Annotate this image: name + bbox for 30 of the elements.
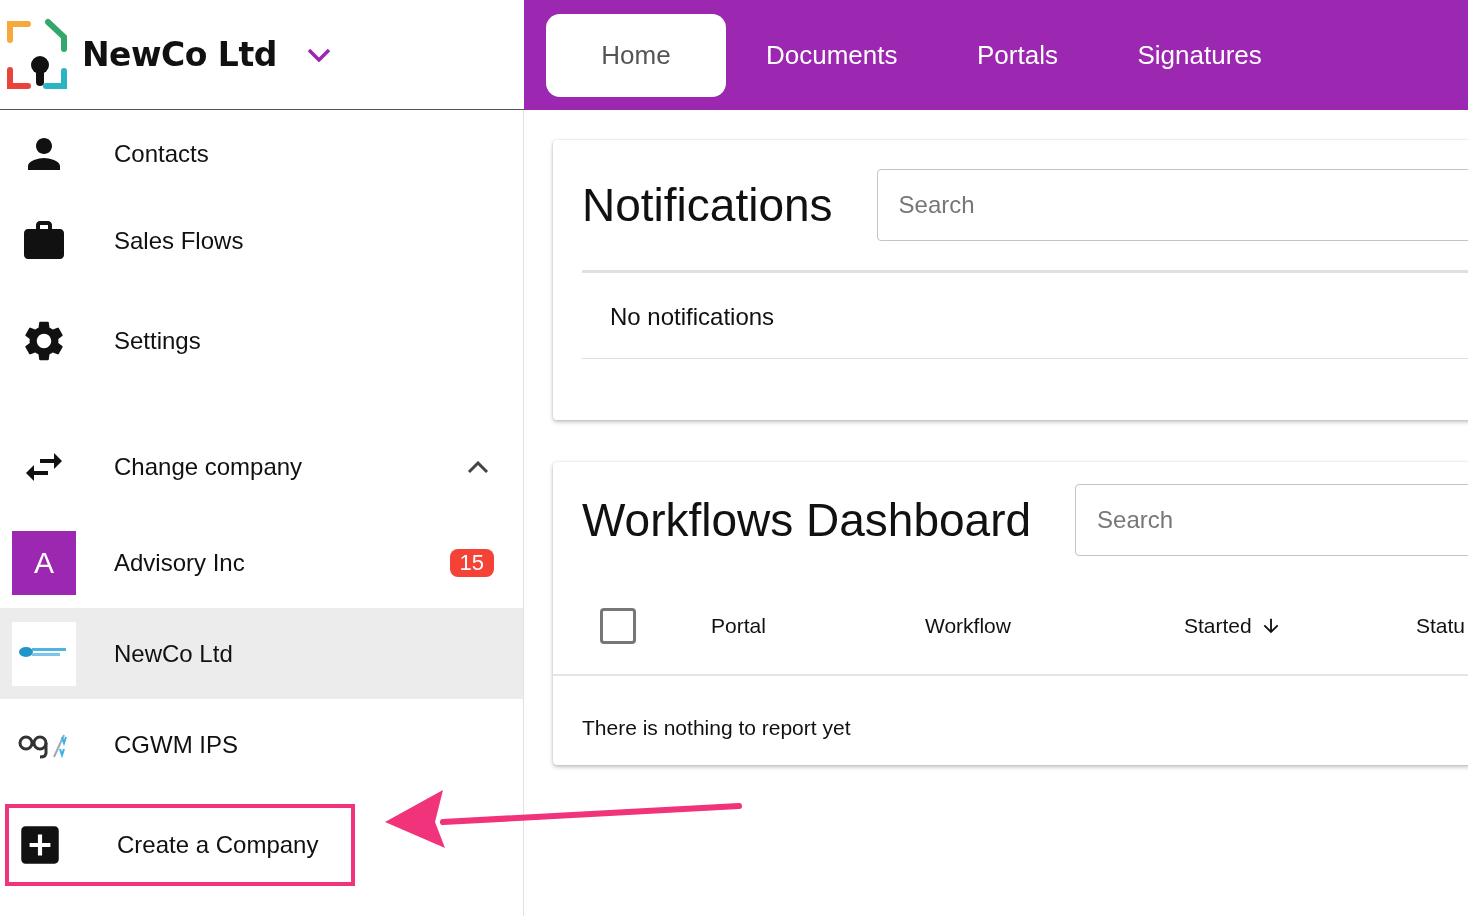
column-header[interactable]: Started [1184,614,1282,638]
sidebar-item[interactable]: Settings [0,284,523,397]
chevron-down-icon [306,47,331,62]
company-logo [12,621,76,686]
sidebar-item[interactable]: Sales Flows [0,197,523,284]
nav-tab[interactable]: Home [546,13,726,97]
card-title: Workflows Dashboard [582,493,1032,547]
change-company-item[interactable]: Change company [0,397,523,517]
search-field[interactable]: Search [1075,484,1468,556]
column-header[interactable]: Statu [1416,614,1466,638]
empty-message: No notifications [582,270,1468,359]
company-item[interactable]: CGWM IPS [0,699,523,790]
create-company-button[interactable]: Create a Company [5,804,355,886]
company-avatar: A [12,530,76,595]
company-item[interactable]: NewCo Ltd [0,608,523,699]
company-item[interactable]: A Advisory Inc 15 [0,517,523,608]
company-name: NewCo Ltd [82,35,277,74]
column-header[interactable]: Workflow [925,614,1011,638]
sidebar-item[interactable]: Contacts [0,110,523,197]
empty-message: There is nothing to report yet [581,715,852,741]
card-title: Notifications [582,178,833,232]
search-field[interactable]: Search [876,169,1468,241]
select-all-checkbox[interactable] [600,607,636,644]
column-header[interactable]: Portal [711,614,766,638]
count-badge: 15 [449,548,494,577]
nav-tab[interactable]: Signatures [1107,13,1292,97]
chevron-up-icon [467,460,489,474]
nav-tab[interactable]: Documents [736,13,928,97]
nav-tab[interactable]: Portals [927,13,1108,97]
company-dropdown-button[interactable] [306,47,331,62]
